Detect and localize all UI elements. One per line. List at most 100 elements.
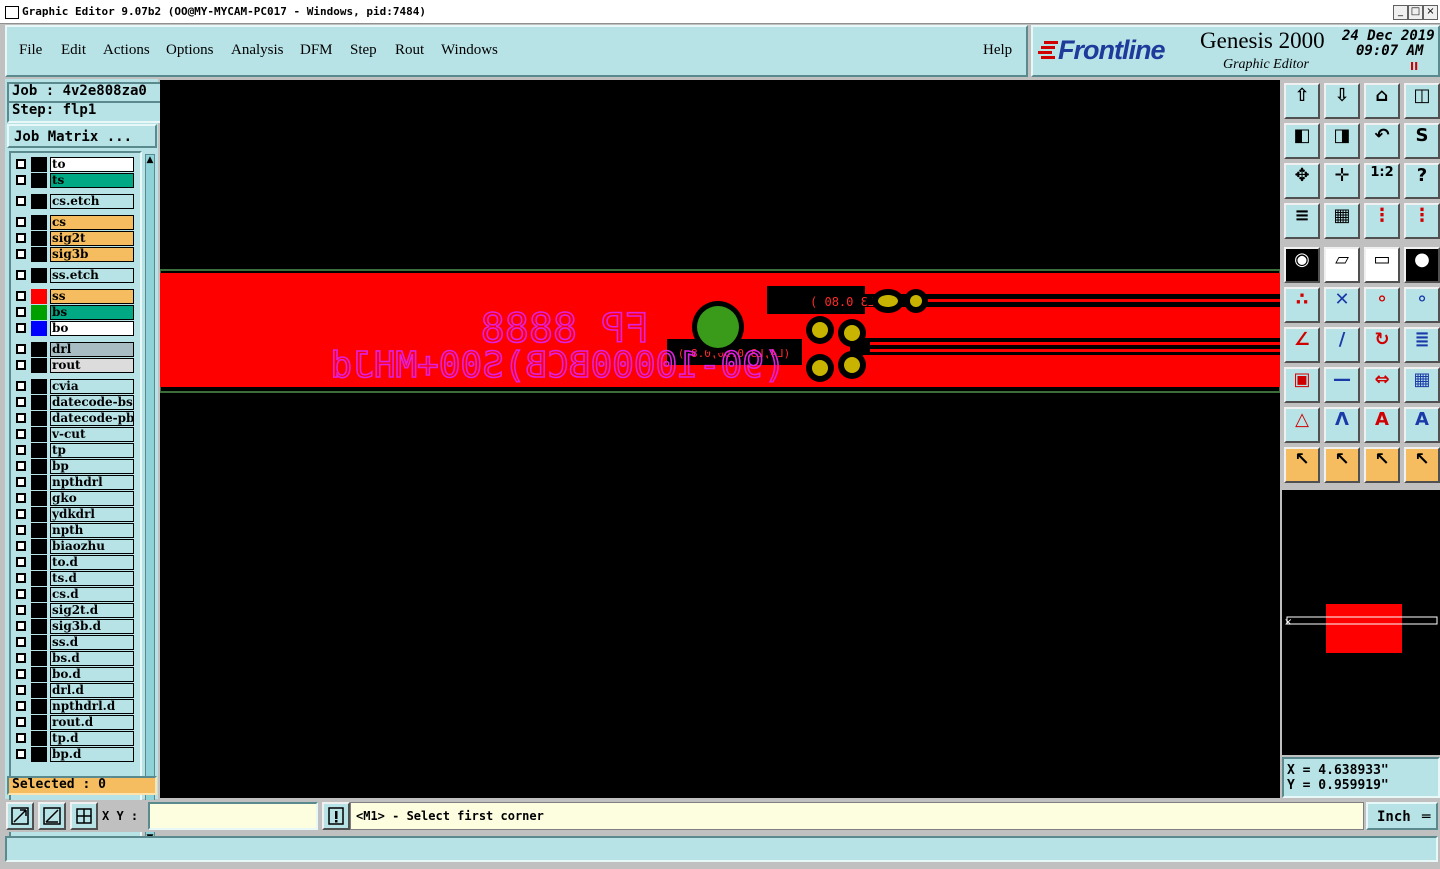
zoom-right-button[interactable]: ◨ — [1324, 123, 1360, 159]
menu-file[interactable]: File — [19, 42, 42, 59]
layer-color-swatch[interactable] — [31, 491, 47, 506]
layer-checkbox[interactable] — [16, 701, 26, 711]
layer-row-npth[interactable]: npth — [13, 523, 135, 538]
layer-row-rout-d[interactable]: rout.d — [13, 715, 135, 730]
triangle-button[interactable]: △ — [1284, 407, 1320, 443]
pad-array-button[interactable]: ▦ — [1404, 367, 1440, 403]
layer-name[interactable]: sig3b.d — [50, 619, 134, 634]
layer-checkbox[interactable] — [16, 445, 26, 455]
layer-color-swatch[interactable] — [31, 635, 47, 650]
layer-color-swatch[interactable] — [31, 173, 47, 188]
zoom-left-button[interactable]: ◧ — [1284, 123, 1320, 159]
layer-row-npthdrl[interactable]: npthdrl — [13, 475, 135, 490]
layer-color-swatch[interactable] — [31, 358, 47, 373]
layer-row-bo-d[interactable]: bo.d — [13, 667, 135, 682]
layer-row-drl[interactable]: drl — [13, 342, 135, 357]
layer-checkbox[interactable] — [16, 159, 26, 169]
layer-row-bp[interactable]: bp — [13, 459, 135, 474]
layer-row-drl-d[interactable]: drl.d — [13, 683, 135, 698]
one-to-one-button[interactable]: 1:2 — [1364, 163, 1400, 199]
measure-button[interactable]: ≡ — [1284, 203, 1320, 239]
layer-color-swatch[interactable] — [31, 194, 47, 209]
layer-name[interactable]: to.d — [50, 555, 134, 570]
layer-checkbox[interactable] — [16, 270, 26, 280]
layer-color-swatch[interactable] — [31, 459, 47, 474]
pad-transform-button[interactable]: ▣ — [1284, 367, 1320, 403]
polygon-button[interactable]: ▱ — [1324, 247, 1360, 283]
layer-checkbox[interactable] — [16, 621, 26, 631]
peak-line-button[interactable]: A — [1364, 407, 1400, 443]
peak-button[interactable]: Λ — [1324, 407, 1360, 443]
layer-checkbox[interactable] — [16, 541, 26, 551]
menu-rout[interactable]: Rout — [395, 42, 424, 59]
layer-name[interactable]: ss.etch — [50, 268, 134, 283]
menu-actions[interactable]: Actions — [103, 42, 150, 59]
redraw-button[interactable]: S — [1404, 123, 1440, 159]
layer-row-cs[interactable]: cs — [13, 215, 135, 230]
layer-name[interactable]: ydkdrl — [50, 507, 134, 522]
layer-color-swatch[interactable] — [31, 523, 47, 538]
line-button[interactable]: / — [1324, 327, 1360, 363]
layer-color-swatch[interactable] — [31, 475, 47, 490]
add-pad-button[interactable]: ⚬ — [1364, 287, 1400, 323]
layer-row-ss-d[interactable]: ss.d — [13, 635, 135, 650]
layer-name[interactable]: tp.d — [50, 731, 134, 746]
layer-row-to-d[interactable]: to.d — [13, 555, 135, 570]
home-button[interactable]: ⌂ — [1364, 83, 1400, 119]
layer-color-swatch[interactable] — [31, 215, 47, 230]
layer-checkbox[interactable] — [16, 749, 26, 759]
layer-name[interactable]: bp — [50, 459, 134, 474]
layer-color-swatch[interactable] — [31, 443, 47, 458]
layer-list-scrollbar[interactable]: ▲ ▼ — [145, 154, 155, 844]
layer-name[interactable]: datecode-bs — [50, 395, 134, 410]
layer-name[interactable]: bo.d — [50, 667, 134, 682]
layer-row-bs-d[interactable]: bs.d — [13, 651, 135, 666]
layer-row-v-cut[interactable]: v-cut — [13, 427, 135, 442]
layer-color-swatch[interactable] — [31, 555, 47, 570]
zoom-center-button[interactable]: ✛ — [1324, 163, 1360, 199]
layer-color-swatch[interactable] — [31, 395, 47, 410]
menu-dfm[interactable]: DFM — [300, 42, 333, 59]
select-route-button[interactable]: ↖ — [1404, 447, 1440, 483]
layer-name[interactable]: biaozhu — [50, 539, 134, 554]
layer-checkbox[interactable] — [16, 429, 26, 439]
layer-color-swatch[interactable] — [31, 305, 47, 320]
select-box-button[interactable]: ↖ — [1324, 447, 1360, 483]
grid-button[interactable]: ▦ — [1324, 203, 1360, 239]
menu-analysis[interactable]: Analysis — [231, 42, 284, 59]
layer-color-swatch[interactable] — [31, 731, 47, 746]
layer-row-sig2t-d[interactable]: sig2t.d — [13, 603, 135, 618]
layer-checkbox[interactable] — [16, 461, 26, 471]
layer-row-tp[interactable]: tp — [13, 443, 135, 458]
alert-button[interactable] — [322, 802, 350, 830]
layer-name[interactable]: npth — [50, 523, 134, 538]
layer-row-ss[interactable]: ss — [13, 289, 135, 304]
layer-color-swatch[interactable] — [31, 651, 47, 666]
layer-row-cs-etch[interactable]: cs.etch — [13, 194, 135, 209]
layer-name[interactable]: datecode-pbo — [50, 411, 134, 426]
layer-checkbox[interactable] — [16, 381, 26, 391]
help-button[interactable]: ? — [1404, 163, 1440, 199]
layer-color-swatch[interactable] — [31, 268, 47, 283]
ruler-button[interactable]: ▭ — [1364, 247, 1400, 283]
layer-color-swatch[interactable] — [31, 587, 47, 602]
layer-color-swatch[interactable] — [31, 411, 47, 426]
scroll-up-arrow-icon[interactable]: ▲ — [146, 155, 154, 165]
layer-name[interactable]: tp — [50, 443, 134, 458]
layer-checkbox[interactable] — [16, 685, 26, 695]
snap-mode-button[interactable] — [6, 802, 34, 830]
layer-row-ts[interactable]: ts — [13, 173, 135, 188]
layer-name[interactable]: npthdrl.d — [50, 699, 134, 714]
layer-row-ts-d[interactable]: ts.d — [13, 571, 135, 586]
layer-color-swatch[interactable] — [31, 667, 47, 682]
layer-checkbox[interactable] — [16, 477, 26, 487]
job-matrix-button[interactable]: Job Matrix ... — [7, 124, 157, 148]
layer-name[interactable]: ts — [50, 173, 134, 188]
layer-name[interactable]: npthdrl — [50, 475, 134, 490]
layer-checkbox[interactable] — [16, 589, 26, 599]
layer-color-swatch[interactable] — [31, 507, 47, 522]
dash-line-button[interactable]: — — [1324, 367, 1360, 403]
measure-mode-button[interactable] — [38, 802, 66, 830]
minimize-button[interactable]: _ — [1393, 5, 1408, 20]
menu-windows[interactable]: Windows — [441, 42, 498, 59]
